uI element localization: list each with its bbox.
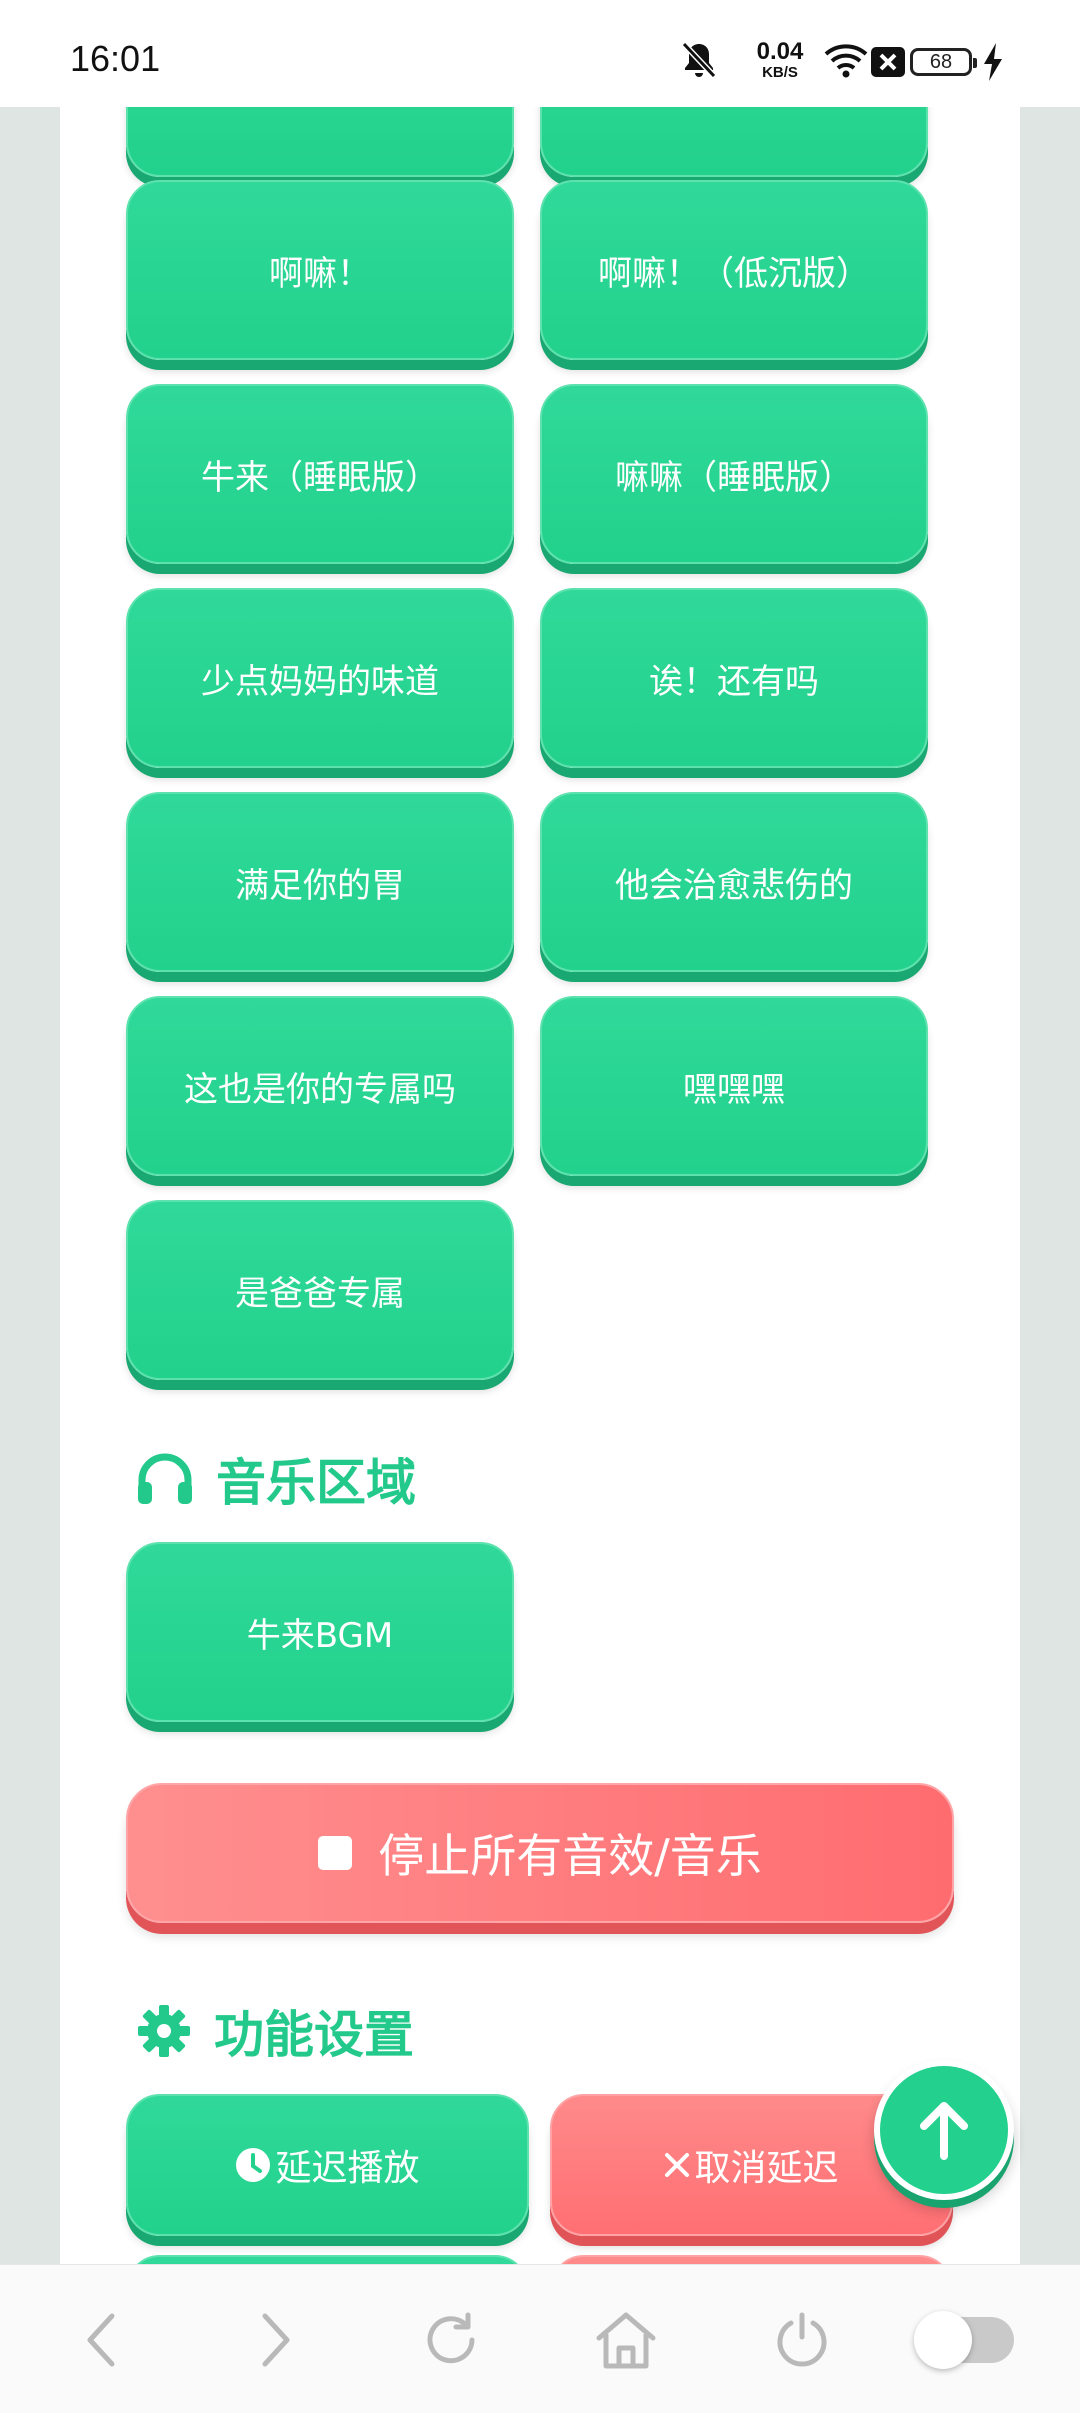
status-bar: 16:01 0.04 KB/S 68: [0, 0, 1080, 107]
refresh-icon: [427, 2312, 475, 2364]
wifi-icon: [824, 44, 868, 78]
headphones-icon: [138, 1453, 192, 1504]
home-icon: [596, 2312, 656, 2369]
toggle-knob: [914, 2311, 972, 2369]
toggle-switch[interactable]: [914, 2311, 1014, 2369]
arrow-up-icon: [920, 2102, 968, 2160]
sound-button[interactable]: 这也是你的专属吗: [126, 996, 514, 1176]
settings-section-title: 功能设置: [136, 1996, 414, 2066]
power-button[interactable]: [767, 2305, 837, 2375]
sound-button[interactable]: 诶！还有吗: [540, 588, 928, 768]
gear-icon: [138, 2005, 190, 2057]
sound-button[interactable]: 啊嘛！: [126, 180, 514, 360]
settings-section-label: 功能设置: [214, 2006, 414, 2064]
delay-play-label: 延迟播放: [275, 2148, 420, 2189]
net-speed: 0.04 KB/S: [756, 38, 804, 81]
browser-toolbar: [0, 2264, 1080, 2413]
delay-play-button[interactable]: 延迟播放: [126, 2094, 529, 2236]
home-button[interactable]: [591, 2305, 661, 2375]
close-icon: [665, 2153, 690, 2177]
back-icon: [87, 2313, 115, 2367]
refresh-button[interactable]: [416, 2305, 486, 2375]
clock-icon: [236, 2148, 271, 2182]
bell-off-icon: [681, 41, 717, 79]
music-button[interactable]: 牛来BGM: [126, 1542, 514, 1722]
sound-button[interactable]: 满足你的胃: [126, 792, 514, 972]
status-time: 16:01: [70, 38, 161, 79]
music-section-label: 音乐区域: [216, 1454, 416, 1512]
stop-icon: [318, 1836, 353, 1870]
power-icon: [777, 2312, 827, 2367]
sound-button[interactable]: 少点妈妈的味道: [126, 588, 514, 768]
scroll-top-button[interactable]: [874, 2060, 1014, 2200]
x-box-icon: [871, 47, 905, 77]
sound-button[interactable]: 嘛嘛（睡眠版）: [540, 384, 928, 564]
back-button[interactable]: [67, 2305, 137, 2375]
music-section-title: 音乐区域: [136, 1444, 416, 1514]
sound-button[interactable]: 嘿嘿嘿: [540, 996, 928, 1176]
stop-all-label: 停止所有音效/音乐: [378, 1829, 762, 1883]
sound-button-partial[interactable]: [540, 107, 928, 177]
cancel-delay-label: 取消延迟: [694, 2148, 839, 2189]
sound-button[interactable]: 是爸爸专属: [126, 1200, 514, 1380]
sound-button[interactable]: 他会治愈悲伤的: [540, 792, 928, 972]
sound-button-partial[interactable]: [126, 107, 514, 177]
page-content: 啊嘛！ 啊嘛！（低沉版） 牛来（睡眠版） 嘛嘛（睡眠版） 少点妈妈的味道 诶！还…: [60, 107, 1020, 2267]
forward-button[interactable]: [240, 2305, 310, 2375]
forward-icon: [262, 2313, 290, 2367]
sound-button[interactable]: 啊嘛！（低沉版）: [540, 180, 928, 360]
battery-icon: 68: [910, 48, 977, 76]
sound-button[interactable]: 牛来（睡眠版）: [126, 384, 514, 564]
stop-all-button[interactable]: 停止所有音效/音乐: [126, 1783, 954, 1923]
charging-icon: [984, 43, 1002, 81]
